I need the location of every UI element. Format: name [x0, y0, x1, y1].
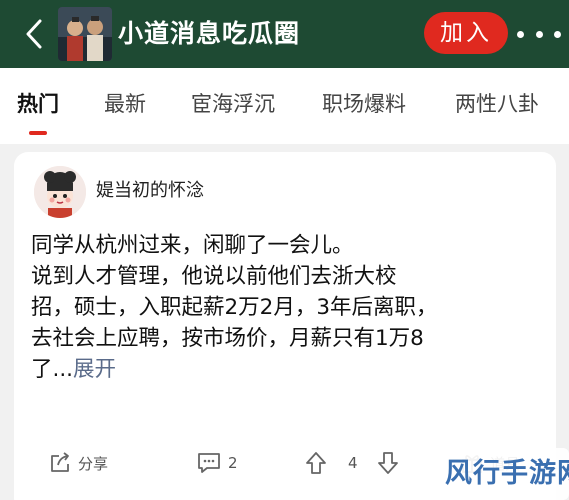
- join-button[interactable]: 加入: [424, 12, 508, 54]
- top-bar: 小道消息吃瓜圈 加入: [0, 0, 569, 68]
- more-dot-icon: [517, 30, 524, 38]
- tab-workplace[interactable]: 职场爆料: [322, 90, 406, 118]
- back-button[interactable]: [14, 14, 54, 54]
- tab-hot[interactable]: 热门: [17, 90, 59, 118]
- share-label: 分享: [78, 454, 109, 473]
- group-avatar[interactable]: [58, 7, 112, 61]
- tab-officialdom[interactable]: 宦海浮沉: [191, 90, 275, 118]
- author-avatar[interactable]: [34, 166, 86, 218]
- tab-latest[interactable]: 最新: [104, 90, 146, 118]
- post-line: 说到人才管理，他说以前他们去浙大校: [31, 264, 397, 289]
- category-tabs: 热门 最新 宦海浮沉 职场爆料 两性八卦: [0, 68, 569, 144]
- post-text[interactable]: 同学从杭州过来，闲聊了一会儿。 说到人才管理，他说以前他们去浙大校 招，硕士，入…: [31, 230, 546, 385]
- more-options-button[interactable]: [517, 22, 561, 46]
- watermark-text: 风行手游网: [445, 458, 569, 489]
- arrow-up-icon: [304, 451, 328, 475]
- more-dot-icon: [554, 30, 561, 38]
- arrow-down-icon: [376, 451, 400, 475]
- comment-count: 2: [228, 454, 238, 472]
- share-icon: [48, 451, 72, 475]
- tab-gossip[interactable]: 两性八卦: [455, 90, 539, 118]
- expand-link[interactable]: 展开: [73, 357, 116, 382]
- more-dot-icon: [535, 30, 543, 38]
- post-last-line: 了...展开: [31, 354, 546, 385]
- downvote-button[interactable]: [376, 446, 400, 480]
- group-title: 小道消息吃瓜圈: [118, 19, 301, 48]
- comment-icon: [196, 451, 222, 475]
- post-line-truncated: 了...: [31, 357, 74, 382]
- app-screen: 小道消息吃瓜圈 加入 热门 最新 宦海浮沉 职场爆料 两性八卦 媞当初的怀淰 同…: [0, 0, 569, 500]
- share-button[interactable]: 分享: [48, 446, 108, 480]
- post-line: 去社会上应聘，按市场价，月薪只有1万8: [31, 326, 424, 351]
- post-line: 招，硕士，入职起薪2万2月，3年后离职，: [31, 295, 438, 320]
- chevron-left-icon: [24, 18, 44, 50]
- author-name[interactable]: 媞当初的怀淰: [96, 178, 204, 204]
- vote-count: 4: [348, 454, 358, 472]
- post-line: 同学从杭州过来，闲聊了一会儿。: [31, 233, 354, 258]
- active-tab-indicator: [29, 131, 47, 135]
- upvote-button[interactable]: [304, 446, 328, 480]
- comment-button[interactable]: 2: [196, 446, 238, 480]
